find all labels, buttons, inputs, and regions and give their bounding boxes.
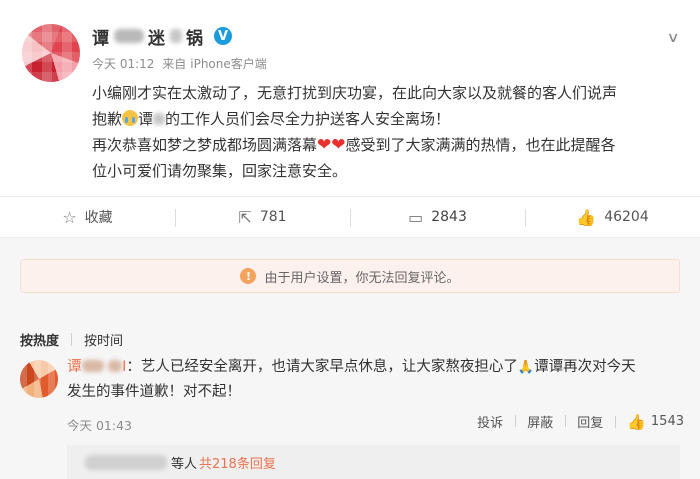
comment-button[interactable]: ▭ 2843 xyxy=(350,197,525,237)
comment-icon: ▭ xyxy=(408,207,424,227)
post-text-fragment: 再次恭喜如梦之梦成都场圆满落幕 xyxy=(92,136,318,154)
post-text-line: 再次恭喜如梦之梦成都场圆满落幕❤❤感受到了大家满满的热情，也在此提醒各 xyxy=(92,132,688,158)
star-icon: ☆ xyxy=(62,207,77,227)
post-source-prefix: 来自 xyxy=(162,57,187,71)
repost-button[interactable]: ⇱ 781 xyxy=(175,197,350,237)
replies-text: 等人 xyxy=(171,456,198,472)
author-name-end[interactable]: 锅 xyxy=(186,24,204,49)
post-text-fragment: 的工作人员们会尽全力护送客人安全离场！ xyxy=(165,110,451,128)
author-avatar[interactable] xyxy=(22,24,80,82)
comment-count: 2843 xyxy=(431,209,467,225)
comment-actions: 投诉 屏蔽 回复 👍 1543 xyxy=(465,412,684,432)
tab-sort-time[interactable]: 按时间 xyxy=(84,330,135,349)
warning-icon: ! xyxy=(240,268,257,284)
pray-emoji-icon: 🙏 xyxy=(517,360,535,375)
post-text-fragment: 抱歉 xyxy=(92,110,123,128)
comment-like-count: 1543 xyxy=(650,414,684,429)
author-name-blur xyxy=(114,29,144,43)
author-name-mid[interactable]: 迷 xyxy=(148,24,166,49)
share-icon: ⇱ xyxy=(238,207,252,227)
heart-icon: ❤❤ xyxy=(317,135,346,155)
verified-icon: V xyxy=(214,27,232,45)
author-name-start[interactable]: 谭 xyxy=(92,24,110,49)
crying-emoji-icon xyxy=(122,110,139,126)
post-meta: 今天 01:12 来自 iPhone客户端 xyxy=(92,55,271,72)
commenter-name-blur xyxy=(108,360,123,372)
replies-summary[interactable]: 等人 共218条回复 xyxy=(67,445,680,479)
report-button[interactable]: 投诉 xyxy=(465,412,515,431)
like-count: 46204 xyxy=(604,209,649,225)
thumbs-up-icon: 👍 xyxy=(576,207,597,227)
post-action-bar: ☆ 收藏 ⇱ 781 ▭ 2843 👍 46204 xyxy=(0,196,700,238)
tab-sort-hot[interactable]: 按热度 xyxy=(20,330,71,349)
comment-time: 今天 01:43 xyxy=(67,418,132,433)
tab-divider xyxy=(71,333,73,346)
commenter-name-blur xyxy=(81,360,104,372)
commenter-avatar[interactable] xyxy=(20,360,58,398)
commenter-name[interactable]: 谭 I xyxy=(67,359,126,375)
favorite-button[interactable]: ☆ 收藏 xyxy=(0,197,175,237)
notice-text: 由于用户设置，你无法回复评论。 xyxy=(264,270,460,286)
comment-text-fragment: 谭谭再次对今天 xyxy=(534,359,636,375)
post-body: 小编刚才实在太激动了，无意打扰到庆功宴，在此向大家以及就餐的客人们说声 抱歉谭的… xyxy=(92,80,688,184)
commenter-name-start: 谭 xyxy=(67,359,82,375)
block-button[interactable]: 屏蔽 xyxy=(515,412,565,431)
reply-button[interactable]: 回复 xyxy=(565,412,615,431)
repost-count: 781 xyxy=(259,209,287,225)
reply-authors-blur xyxy=(85,454,167,470)
comment-like-button[interactable]: 👍 1543 xyxy=(615,413,684,431)
comment-section: ! 由于用户设置，你无法回复评论。 按热度 按时间 谭 I：艺人已经安全离开，也… xyxy=(0,238,700,479)
author-name-blur xyxy=(170,29,182,43)
post-text-line: 小编刚才实在太激动了，无意打扰到庆功宴，在此向大家以及就餐的客人们说声 xyxy=(92,84,618,102)
post-source: iPhone客户端 xyxy=(190,57,267,71)
replies-count-link[interactable]: 共218条回复 xyxy=(199,453,276,472)
comment-text-fragment: ：艺人已经安全离开，也请大家早点休息，让大家熬夜担心了 xyxy=(126,359,518,375)
like-button[interactable]: 👍 46204 xyxy=(525,197,700,237)
post-text-fragment: 谭 xyxy=(138,110,154,128)
thumbs-up-icon: 👍 xyxy=(627,412,646,431)
post-text-fragment: 感受到了大家满满的热情，也在此提醒各 xyxy=(345,136,616,154)
post-time[interactable]: 今天 01:12 xyxy=(92,57,154,71)
comment-text-line: 发生的事件道歉！对不起！ xyxy=(67,384,241,400)
favorite-label: 收藏 xyxy=(84,210,113,226)
reply-disabled-notice: ! 由于用户设置，你无法回复评论。 xyxy=(20,259,680,293)
comment-body: 谭 I：艺人已经安全离开，也请大家早点休息，让大家熬夜担心了🙏谭谭再次对今天 发… xyxy=(67,355,687,405)
post-text-blur xyxy=(153,113,166,125)
chevron-down-icon[interactable]: ∨ xyxy=(666,30,679,46)
comment-sort-tabs: 按热度 按时间 xyxy=(20,330,135,349)
author-line: 谭 迷 锅 V xyxy=(92,24,232,49)
comment-text-line: 谭 I：艺人已经安全离开，也请大家早点休息，让大家熬夜担心了🙏谭谭再次对今天 xyxy=(67,355,687,380)
post-text-line: 抱歉谭的工作人员们会尽全力护送客人安全离场！ xyxy=(92,106,688,132)
post-text-line: 位小可爱们请勿聚集，回家注意安全。 xyxy=(92,162,348,180)
